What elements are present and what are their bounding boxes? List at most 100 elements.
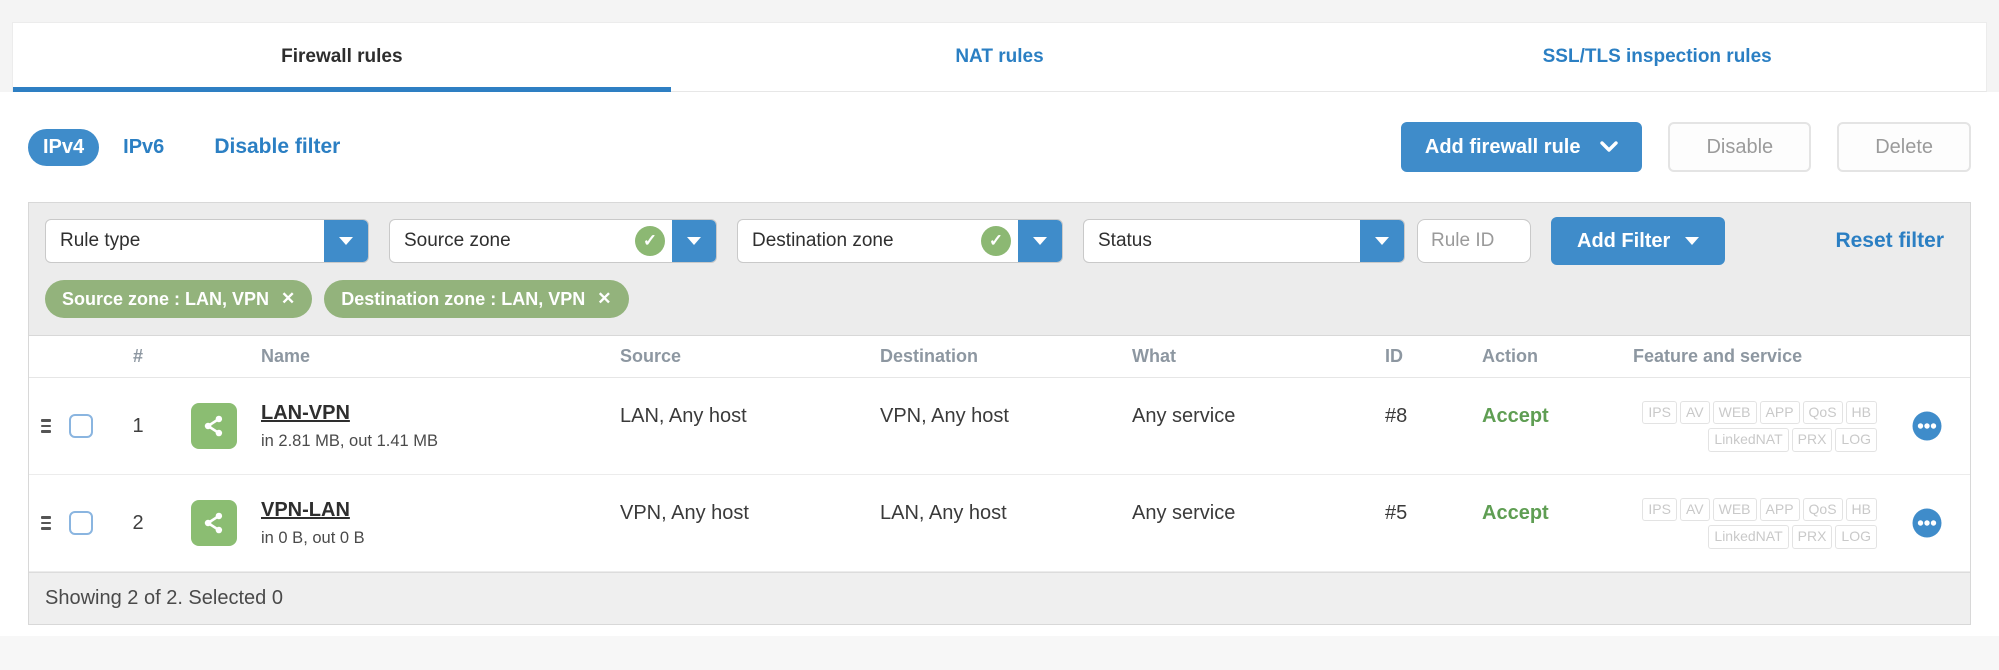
rule-type-share-icon xyxy=(191,403,237,449)
table-header-row: # Name Source Destination What ID Action… xyxy=(29,336,1970,378)
bottom-strip xyxy=(0,636,1999,670)
header-source: Source xyxy=(620,346,682,366)
chip-close-icon[interactable]: ✕ xyxy=(281,289,295,309)
feature-badge-av: AV xyxy=(1679,497,1710,521)
header-id: ID xyxy=(1385,346,1403,366)
chip-label: Source zone : LAN, VPN xyxy=(62,288,270,309)
dropdown-button[interactable] xyxy=(672,220,716,262)
chevron-down-icon xyxy=(1600,141,1619,152)
feature-badges: IPS AV WEB APP QoS HB LinkedNAT PRX LOG xyxy=(1589,400,1883,452)
filter-active-check-icon: ✓ xyxy=(981,226,1011,256)
rule-traffic-stats: in 0 B, out 0 B xyxy=(261,528,365,547)
feature-badge-prx: PRX xyxy=(1791,525,1833,549)
header-destination: Destination xyxy=(880,346,979,366)
header-feature-and-service: Feature and service xyxy=(1633,346,1803,366)
add-firewall-rule-label: Add firewall rule xyxy=(1424,135,1581,158)
rule-name-link[interactable]: LAN-VPN xyxy=(261,402,350,425)
feature-badge-hb: HB xyxy=(1845,497,1877,521)
rule-what: Any service xyxy=(1132,405,1236,427)
reset-filter-link[interactable]: Reset filter xyxy=(1835,229,1954,253)
rule-type-select[interactable]: Rule type xyxy=(45,219,369,263)
row-checkbox[interactable] xyxy=(69,511,93,535)
row-number: 1 xyxy=(132,414,144,437)
actions-row: IPv4 IPv6 Disable filter Add firewall ru… xyxy=(28,122,1971,172)
header-what: What xyxy=(1132,346,1176,366)
caret-down-icon xyxy=(339,237,353,245)
header-name: Name xyxy=(261,346,311,366)
rule-action: Accept xyxy=(1482,405,1549,427)
feature-badge-linkednat: LinkedNAT xyxy=(1708,525,1789,549)
filter-bar: Rule type Source zone ✓ Destination zone… xyxy=(29,203,1970,273)
tab-strip: Firewall rules NAT rules SSL/TLS inspect… xyxy=(0,0,1999,92)
disable-button[interactable]: Disable xyxy=(1668,122,1812,172)
destination-zone-label: Destination zone xyxy=(752,230,894,251)
filter-active-check-icon: ✓ xyxy=(635,226,665,256)
tab-firewall-rules[interactable]: Firewall rules xyxy=(13,23,671,92)
add-filter-button[interactable]: Add Filter xyxy=(1551,217,1726,265)
disable-filter-link[interactable]: Disable filter xyxy=(214,135,340,159)
dropdown-button[interactable] xyxy=(324,220,368,262)
feature-badge-qos: QoS xyxy=(1802,400,1843,424)
showing-summary: Showing 2 of 2. Selected 0 xyxy=(45,587,283,609)
caret-down-icon xyxy=(687,237,701,245)
header-action: Action xyxy=(1482,346,1538,366)
table-row: 2 VPN-LAN in 0 B, out 0 B VPN, Any host xyxy=(29,475,1970,572)
source-zone-filter-chip: Source zone : LAN, VPN ✕ xyxy=(45,280,313,318)
feature-badge-web: WEB xyxy=(1712,497,1757,521)
rule-traffic-stats: in 2.81 MB, out 1.41 MB xyxy=(261,431,439,450)
source-zone-label: Source zone xyxy=(404,230,511,251)
add-filter-label: Add Filter xyxy=(1577,229,1671,252)
row-actions-menu-button[interactable] xyxy=(1911,410,1943,442)
rule-type-label: Rule type xyxy=(60,230,141,251)
feature-badge-hb: HB xyxy=(1845,400,1877,424)
feature-badge-av: AV xyxy=(1679,400,1710,424)
tab-ssl-tls-inspection-rules[interactable]: SSL/TLS inspection rules xyxy=(1328,23,1986,91)
rules-panel: Rule type Source zone ✓ Destination zone… xyxy=(28,202,1971,625)
feature-badge-web: WEB xyxy=(1712,400,1757,424)
ipv6-toggle[interactable]: IPv6 xyxy=(123,136,164,159)
status-select[interactable]: Status xyxy=(1083,219,1405,263)
rule-type-share-icon xyxy=(191,500,237,546)
tab-label: SSL/TLS inspection rules xyxy=(1542,46,1772,67)
firewall-rules-table: # Name Source Destination What ID Action… xyxy=(29,335,1970,572)
row-checkbox[interactable] xyxy=(69,414,93,438)
feature-badge-linkednat: LinkedNAT xyxy=(1708,428,1789,452)
row-number: 2 xyxy=(132,511,144,534)
dropdown-button[interactable] xyxy=(1360,220,1404,262)
tab-label: NAT rules xyxy=(955,46,1044,67)
tab-label: Firewall rules xyxy=(281,46,403,67)
ellipsis-icon xyxy=(1912,411,1941,441)
tab-nat-rules[interactable]: NAT rules xyxy=(671,23,1329,91)
feature-badge-qos: QoS xyxy=(1802,497,1843,521)
ellipsis-icon xyxy=(1912,508,1941,538)
row-actions-menu-button[interactable] xyxy=(1911,507,1943,539)
drag-handle-icon[interactable] xyxy=(41,516,51,530)
ipv4-toggle[interactable]: IPv4 xyxy=(28,128,100,166)
add-firewall-rule-button[interactable]: Add firewall rule xyxy=(1400,122,1643,172)
caret-down-icon xyxy=(1685,237,1700,245)
chip-close-icon[interactable]: ✕ xyxy=(597,289,611,309)
filter-chips-row: Source zone : LAN, VPN ✕ Destination zon… xyxy=(29,273,1970,335)
feature-badge-app: APP xyxy=(1759,497,1800,521)
destination-zone-filter-chip: Destination zone : LAN, VPN ✕ xyxy=(324,280,629,318)
rule-source: LAN, Any host xyxy=(620,405,747,427)
rule-id: #5 xyxy=(1385,502,1408,524)
table-row: 1 LAN-VPN in 2.81 MB, out 1.41 MB LAN, A… xyxy=(29,378,1970,475)
feature-badge-ips: IPS xyxy=(1642,497,1677,521)
status-label: Status xyxy=(1098,230,1152,251)
tab-bar: Firewall rules NAT rules SSL/TLS inspect… xyxy=(12,22,1987,92)
rule-source: VPN, Any host xyxy=(620,502,749,524)
rule-id-input[interactable] xyxy=(1417,219,1531,263)
destination-zone-select[interactable]: Destination zone ✓ xyxy=(737,219,1063,263)
dropdown-button[interactable] xyxy=(1018,220,1062,262)
drag-handle-icon[interactable] xyxy=(41,419,51,433)
feature-badge-log: LOG xyxy=(1835,525,1877,549)
rule-destination: VPN, Any host xyxy=(880,405,1009,427)
rule-what: Any service xyxy=(1132,502,1236,524)
delete-button[interactable]: Delete xyxy=(1837,122,1971,172)
feature-badge-ips: IPS xyxy=(1642,400,1677,424)
rule-name-link[interactable]: VPN-LAN xyxy=(261,499,350,522)
rule-id: #8 xyxy=(1385,405,1408,427)
rule-action: Accept xyxy=(1482,502,1549,524)
source-zone-select[interactable]: Source zone ✓ xyxy=(389,219,717,263)
